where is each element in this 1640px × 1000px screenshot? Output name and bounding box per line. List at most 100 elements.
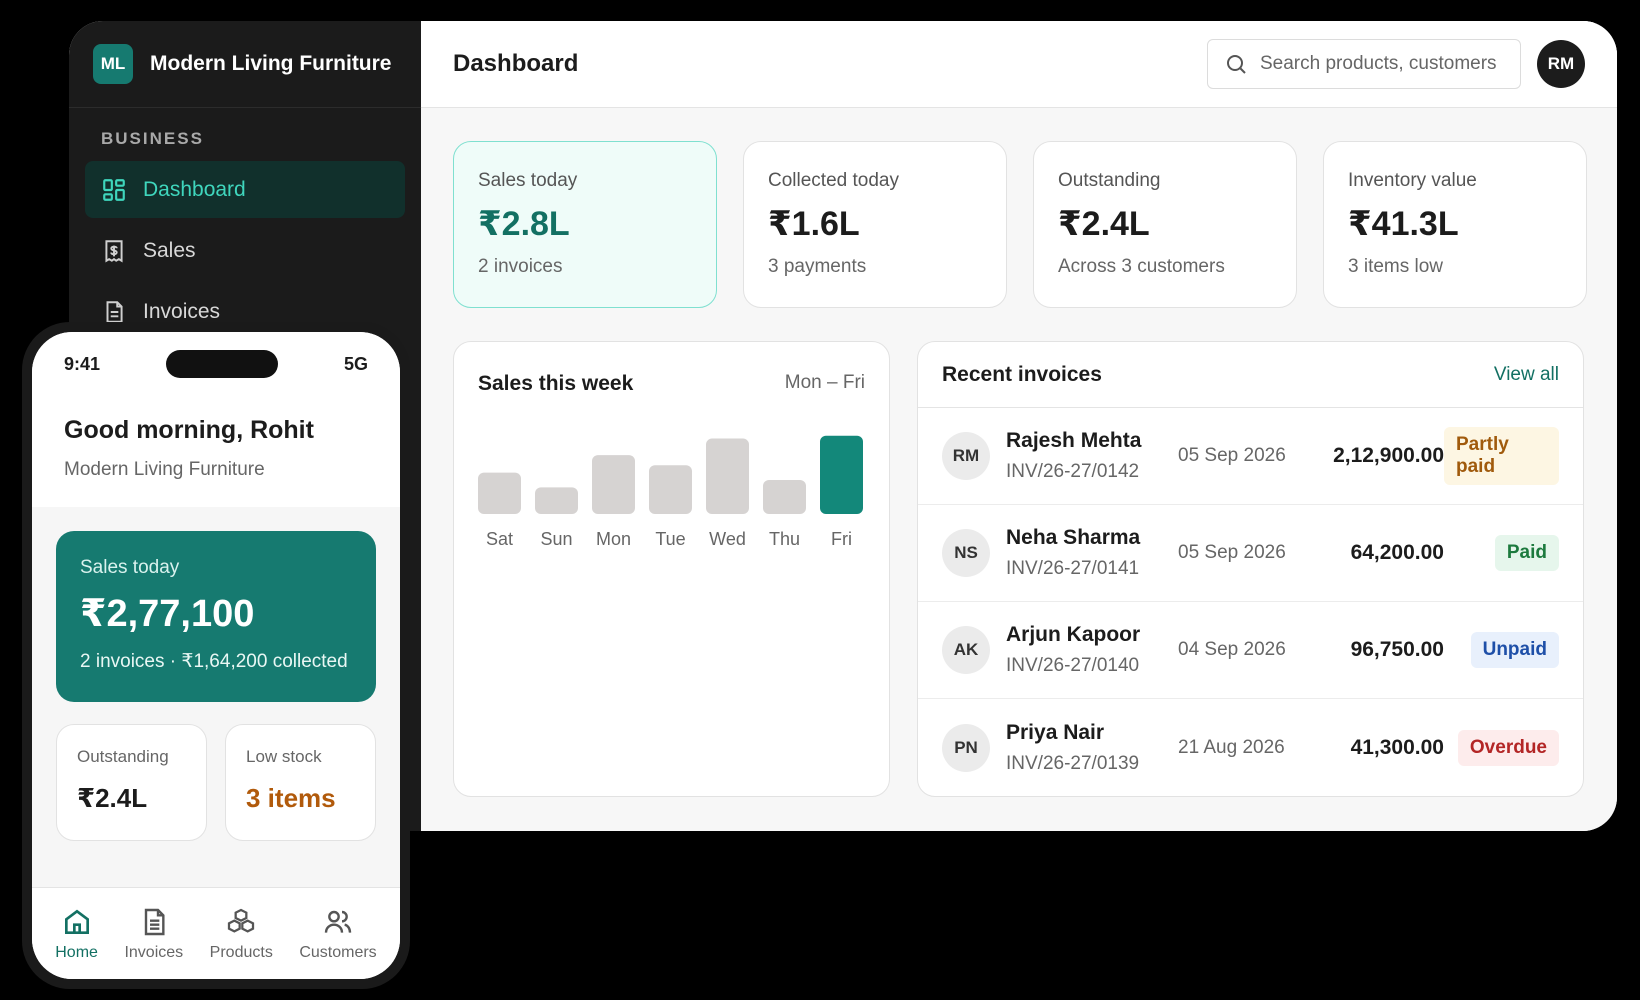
- customer-avatar: NS: [942, 529, 990, 577]
- kpi-label: Collected today: [768, 170, 899, 191]
- status-badge: Paid: [1494, 535, 1559, 571]
- invoice-number: INV/26-27/0139: [1006, 752, 1140, 774]
- chart-tick-label: Fri: [831, 529, 852, 549]
- sales-bar-chart: Sat Sun Mon Tue Wed Thu Fri: [478, 435, 863, 549]
- chart-tick-label: Thu: [769, 529, 800, 549]
- invoice-row[interactable]: AK Arjun Kapoor INV/26-27/0140 04 Sep 20…: [918, 602, 1583, 699]
- sidebar-item-label: Sales: [143, 238, 196, 262]
- chart-header: Sales this week Mon – Fri: [454, 342, 889, 396]
- invoice-amount: 41,300.00: [1350, 735, 1444, 759]
- customer-name: Priya Nair: [1006, 720, 1105, 744]
- customer-name: Rajesh Mehta: [1006, 429, 1142, 452]
- tab-home[interactable]: Home: [55, 906, 98, 962]
- invoice-number: INV/26-27/0140: [1006, 655, 1140, 676]
- invoice-row[interactable]: NS Neha Sharma INV/26-27/0141 05 Sep 202…: [918, 505, 1583, 602]
- chart-bar-sun[interactable]: [535, 487, 578, 514]
- invoice-customer: Rajesh Mehta INV/26-27/0142: [1006, 429, 1166, 483]
- brand[interactable]: ML Modern Living Furniture: [69, 21, 421, 108]
- kpi-value: ₹2.4L: [1058, 205, 1150, 243]
- view-all-link[interactable]: View all: [1494, 364, 1559, 386]
- chart-title: Sales this week: [478, 372, 634, 395]
- tab-customers[interactable]: Customers: [299, 906, 377, 962]
- document-icon: [106, 300, 123, 323]
- sidebar-nav: Dashboard Sales Invoices: [69, 161, 421, 340]
- topbar: Dashboard RM: [421, 21, 1617, 108]
- chart-bar-mon[interactable]: [592, 455, 635, 514]
- phone-tab-bar: Home Invoices Products Customers: [32, 887, 400, 979]
- tab-label: Products: [209, 943, 273, 961]
- phone-low-stock-card[interactable]: Low stock 3 items: [225, 724, 376, 841]
- phone-status-bar: 9:41 5G: [32, 332, 400, 396]
- kpi-sub: Across 3 customers: [1058, 256, 1225, 277]
- chart-range[interactable]: Mon – Fri: [785, 372, 865, 396]
- greeting-text: Good morning, Rohit: [64, 416, 314, 444]
- kpi-value: ₹2.8L: [478, 205, 570, 243]
- kpi-card-sales-today[interactable]: Sales today ₹2.8L 2 invoices: [453, 141, 717, 308]
- kpi-value: ₹41.3L: [1348, 205, 1459, 243]
- home-icon: [64, 909, 89, 934]
- invoice-amount: 2,12,900.00: [1333, 444, 1444, 467]
- kpi-label: Inventory value: [1348, 170, 1477, 191]
- kpi-row: Sales today ₹2.8L 2 invoices Collected t…: [453, 141, 1587, 308]
- tab-products[interactable]: Products: [210, 906, 273, 962]
- search-input[interactable]: [1260, 53, 1510, 75]
- invoice-number: INV/26-27/0141: [1006, 558, 1140, 579]
- document-icon: [144, 908, 165, 935]
- status-network: 5G: [343, 353, 368, 374]
- kpi-card-collected-today[interactable]: Collected today ₹1.6L 3 payments: [743, 141, 1007, 308]
- chart-tick-label: Mon: [596, 529, 631, 549]
- mini-label: Outstanding: [77, 747, 169, 766]
- sidebar-item-label: Invoices: [143, 299, 221, 323]
- brand-name: Modern Living Furniture: [150, 52, 392, 75]
- kpi-label: Sales today: [478, 170, 578, 191]
- dynamic-island: [166, 350, 278, 378]
- invoice-customer: Neha Sharma INV/26-27/0141: [1006, 526, 1166, 580]
- sidebar-item-sales[interactable]: Sales: [85, 222, 405, 279]
- invoice-row[interactable]: RM Rajesh Mehta INV/26-27/0142 05 Sep 20…: [918, 408, 1583, 505]
- phone-outstanding-card[interactable]: Outstanding ₹2.4L: [56, 724, 207, 841]
- kpi-card-outstanding[interactable]: Outstanding ₹2.4L Across 3 customers: [1033, 141, 1297, 308]
- chart-bar-tue[interactable]: [649, 465, 692, 514]
- dashboard-icon: [103, 178, 125, 201]
- tab-invoices[interactable]: Invoices: [124, 906, 183, 962]
- chart-bar-wed[interactable]: [706, 438, 749, 514]
- customer-avatar: PN: [942, 723, 990, 772]
- customer-avatar: RM: [942, 432, 990, 480]
- invoice-status-cell: Paid: [1444, 535, 1559, 571]
- main-content: Dashboard RM Sales today ₹2.8L 2 invoice…: [421, 21, 1617, 831]
- invoice-date: 05 Sep 2026: [1178, 542, 1286, 563]
- customer-name: Neha Sharma: [1006, 526, 1141, 549]
- invoice-status-cell: Unpaid: [1444, 632, 1559, 668]
- user-avatar[interactable]: RM: [1537, 40, 1585, 88]
- invoice-customer: Priya Nair INV/26-27/0139: [1006, 721, 1166, 775]
- customer-avatar: AK: [942, 626, 990, 674]
- phone-frame: 9:41 5G Good morning, Rohit Modern Livin…: [22, 322, 410, 989]
- phone-sales-sub: 2 invoices · ₹1,64,200 collected: [80, 651, 348, 672]
- recent-invoices-card: Recent invoices View all RM Rajesh Mehta…: [917, 341, 1584, 797]
- kpi-sub: 3 payments: [768, 256, 867, 277]
- invoice-amount: 64,200.00: [1350, 541, 1444, 564]
- invoice-date: 05 Sep 2026: [1178, 445, 1286, 466]
- search-icon: [1227, 55, 1246, 74]
- invoice-number: INV/26-27/0142: [1006, 461, 1140, 482]
- customer-name: Arjun Kapoor: [1006, 623, 1141, 646]
- invoice-date: 04 Sep 2026: [1178, 639, 1286, 660]
- invoices-header: Recent invoices View all: [918, 342, 1583, 408]
- search-box[interactable]: [1207, 39, 1521, 89]
- chart-bar-fri[interactable]: [820, 435, 863, 514]
- invoice-date: 21 Aug 2026: [1178, 736, 1285, 758]
- chart-tick-label: Sat: [486, 529, 513, 549]
- chart-bar-thu[interactable]: [763, 479, 806, 514]
- business-name: Modern Living Furniture: [64, 459, 265, 480]
- kpi-card-inventory-value[interactable]: Inventory value ₹41.3L 3 items low: [1323, 141, 1587, 308]
- mini-value: ₹2.4L: [77, 783, 148, 813]
- sidebar-item-dashboard[interactable]: Dashboard: [85, 161, 405, 218]
- tab-label: Home: [55, 943, 98, 961]
- chart-bar-sat[interactable]: [478, 472, 521, 514]
- status-badge: Unpaid: [1470, 632, 1559, 668]
- phone-sales-card[interactable]: Sales today ₹2,77,100 2 invoices · ₹1,64…: [56, 531, 376, 702]
- invoice-customer: Arjun Kapoor INV/26-27/0140: [1006, 623, 1166, 677]
- chart-tick-label: Tue: [655, 529, 685, 549]
- invoice-row[interactable]: PN Priya Nair INV/26-27/0139 21 Aug 2026…: [918, 699, 1583, 796]
- phone-sales-value: ₹2,77,100: [80, 593, 255, 635]
